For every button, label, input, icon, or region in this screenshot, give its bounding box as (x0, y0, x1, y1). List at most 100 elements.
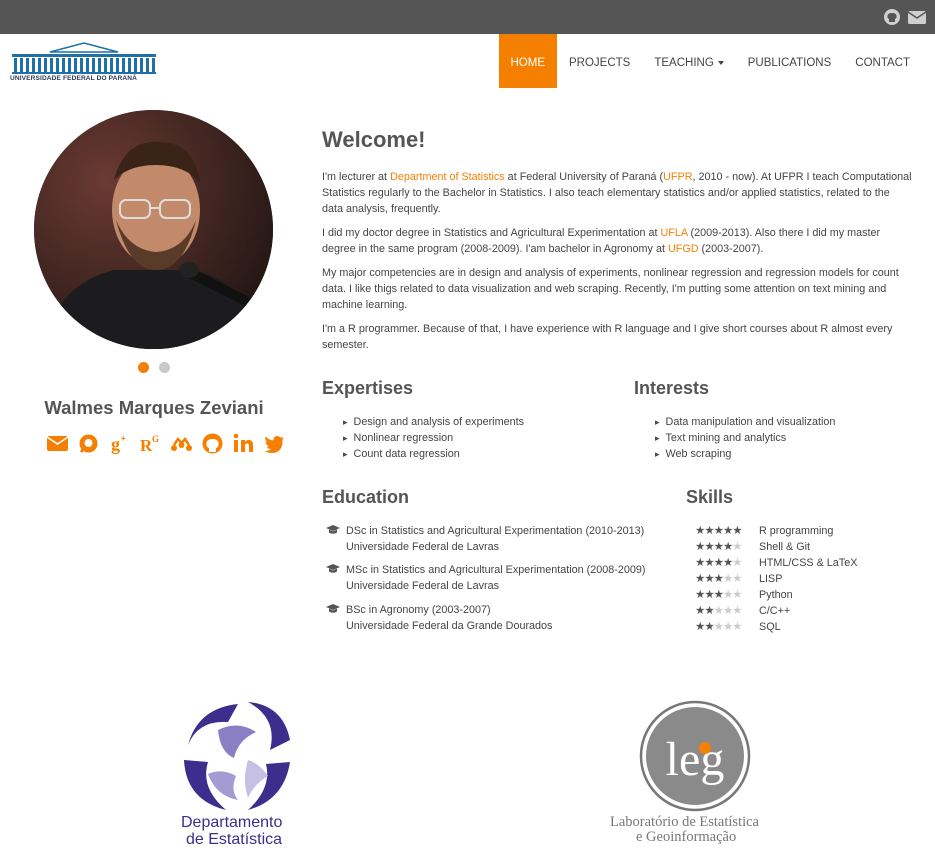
profile-photo (34, 110, 273, 349)
star-empty-icon: ★ (722, 605, 733, 617)
star-filled-icon: ★ (704, 589, 714, 601)
github-icon[interactable] (883, 8, 901, 26)
carousel-dot-1[interactable] (138, 362, 149, 373)
dept-line-2: de Estatística (186, 831, 283, 848)
skill-name: Python (759, 589, 793, 601)
departamento-estatistica-logo[interactable]: Departamento de Estatística (178, 700, 300, 850)
education-title: Education (322, 487, 410, 507)
star-filled-icon: ★ (695, 557, 705, 569)
star-filled-icon: ★ (704, 557, 714, 569)
mendeley-icon[interactable] (170, 432, 193, 455)
star-empty-icon: ★ (732, 557, 742, 569)
link-ufgd[interactable]: UFGD (668, 243, 699, 255)
star-rating: ★★★★★ (695, 539, 759, 555)
graduation-cap-icon (326, 525, 340, 534)
list-item: Data manipulation and visualization (655, 414, 836, 430)
star-rating: ★★★★★ (695, 555, 759, 571)
skill-name: R programming (759, 525, 834, 537)
welcome-paragraph-2: I did my doctor degree in Statistics and… (322, 225, 912, 257)
lattes-icon[interactable] (77, 432, 100, 455)
text: I'm lecturer at (322, 171, 391, 183)
skill-row: ★★★★★ HTML/CSS & LaTeX (695, 555, 857, 571)
linkedin-icon[interactable] (232, 432, 255, 455)
welcome-paragraph-1: I'm lecturer at Department of Statistics… (322, 169, 912, 217)
leg-line-2: e Geoinformação (636, 829, 737, 845)
caret-down-icon (717, 60, 724, 65)
list-item: Web scraping (655, 446, 835, 462)
star-filled-icon: ★ (732, 525, 742, 537)
nav-links: HOME PROJECTS TEACHING PUBLICATIONS CONT… (498, 34, 923, 88)
star-rating: ★★★★★ (695, 603, 759, 619)
nav-publications[interactable]: PUBLICATIONS (736, 34, 844, 88)
google-scholar-icon[interactable]: g + (108, 432, 131, 455)
link-ufla[interactable]: UFLA (660, 227, 687, 239)
star-rating: ★★★★★ (695, 523, 759, 539)
twitter-icon[interactable] (263, 432, 286, 455)
nav-home[interactable]: HOME (498, 34, 557, 88)
star-filled-icon: ★ (722, 541, 733, 553)
education-degree: BSc in Agronomy (2003-2007) (346, 604, 491, 616)
leg-mark: leg (666, 733, 725, 786)
graduation-cap-icon (326, 564, 340, 573)
star-filled-icon: ★ (695, 525, 705, 537)
star-empty-icon: ★ (713, 605, 724, 617)
envelope-icon[interactable] (907, 8, 927, 26)
star-filled-icon: ★ (704, 573, 714, 585)
nav-projects[interactable]: PROJECTS (557, 34, 642, 88)
star-rating: ★★★★★ (695, 571, 759, 587)
nav-teaching[interactable]: TEACHING (642, 34, 735, 88)
star-filled-icon: ★ (713, 573, 724, 585)
svg-text:g: g (111, 434, 120, 454)
star-filled-icon: ★ (695, 605, 705, 617)
list-item: Nonlinear regression (343, 430, 524, 446)
text: (2003-2007). (698, 243, 764, 255)
star-filled-icon: ★ (722, 557, 733, 569)
link-ufpr[interactable]: UFPR (663, 171, 692, 183)
carousel-dots (138, 362, 170, 373)
text: at Federal University of Paraná ( (504, 171, 664, 183)
star-empty-icon: ★ (722, 589, 733, 601)
star-filled-icon: ★ (722, 525, 733, 537)
star-filled-icon: ★ (704, 605, 714, 617)
carousel-dot-2[interactable] (159, 362, 170, 373)
star-filled-icon: ★ (695, 589, 705, 601)
interests-title: Interests (634, 378, 710, 398)
skill-row: ★★★★★ R programming (695, 523, 833, 539)
education-school: Universidade Federal de Lavras (346, 580, 500, 592)
star-filled-icon: ★ (713, 557, 724, 569)
star-empty-icon: ★ (732, 541, 742, 553)
welcome-paragraph-3: My major competencies are in design and … (322, 267, 899, 311)
expertises-list: Design and analysis of experiments Nonli… (343, 414, 524, 462)
ufpr-logo[interactable]: UNIVERSIDADE FEDERAL DO PARANÁ (10, 42, 158, 84)
welcome-title: Welcome! (322, 127, 426, 152)
social-icons: g + RG (46, 432, 286, 455)
researchgate-icon[interactable]: RG (139, 432, 162, 455)
envelope-icon[interactable] (46, 432, 69, 455)
list-item: Text mining and analytics (655, 430, 835, 446)
expertises-title: Expertises (322, 378, 414, 398)
nav-contact[interactable]: CONTACT (843, 34, 922, 88)
skill-name: LISP (759, 573, 783, 585)
star-filled-icon: ★ (713, 541, 724, 553)
navbar: UNIVERSIDADE FEDERAL DO PARANÁ HOME PROJ… (0, 34, 935, 88)
skills-title: Skills (686, 487, 734, 507)
top-bar (0, 0, 935, 34)
link-department[interactable]: Department of Statistics (390, 171, 505, 183)
text: I did my doctor degree in Statistics and… (322, 227, 661, 239)
education-school: Universidade Federal de Lavras (346, 541, 500, 553)
star-filled-icon: ★ (695, 573, 705, 585)
logo-text: UNIVERSIDADE FEDERAL DO PARANÁ (10, 75, 137, 82)
leg-logo[interactable]: leg Laboratório de Estatística e Geoinfo… (605, 700, 785, 850)
github-icon[interactable] (201, 432, 224, 455)
welcome-paragraph-4: I'm a R programmer. Because of that, I h… (322, 323, 893, 351)
education-degree: MSc in Statistics and Agricultural Exper… (346, 564, 646, 576)
star-empty-icon: ★ (713, 621, 724, 633)
svg-text:G: G (152, 434, 159, 444)
star-filled-icon: ★ (695, 621, 705, 633)
skill-name: C/C++ (759, 605, 791, 617)
dept-line-1: Departamento (181, 814, 283, 831)
interests-list: Data manipulation and visualization Text… (655, 414, 836, 462)
svg-text:+: + (121, 434, 126, 443)
top-icons (883, 8, 927, 26)
star-filled-icon: ★ (704, 541, 714, 553)
